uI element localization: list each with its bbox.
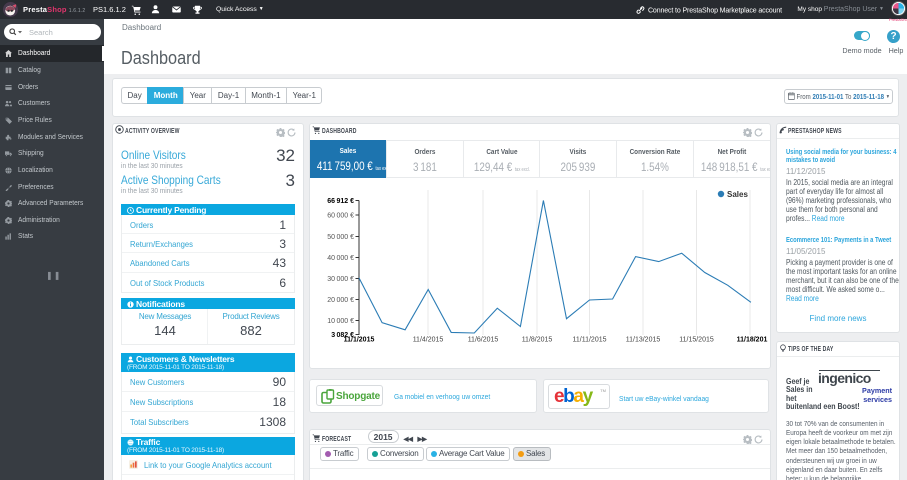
svg-text:11/15/2015: 11/15/2015 <box>679 337 714 344</box>
svg-text:11/18/201: 11/18/201 <box>737 337 768 344</box>
svg-text:20 000 €: 20 000 € <box>327 297 354 304</box>
svg-text:60 000 €: 60 000 € <box>327 213 354 220</box>
svg-text:10 000 €: 10 000 € <box>327 318 354 325</box>
svg-text:11/11/2015: 11/11/2015 <box>573 337 607 344</box>
svg-text:40 000 €: 40 000 € <box>327 255 354 262</box>
svg-text:50 000 €: 50 000 € <box>327 234 354 241</box>
svg-text:11/8/2015: 11/8/2015 <box>522 337 553 344</box>
svg-text:30 000 €: 30 000 € <box>327 276 354 283</box>
svg-text:Sales: Sales <box>727 190 748 199</box>
svg-text:11/6/2015: 11/6/2015 <box>468 337 499 344</box>
svg-text:11/4/2015: 11/4/2015 <box>413 337 444 344</box>
svg-text:11/13/2015: 11/13/2015 <box>626 337 661 344</box>
svg-text:66 912 €: 66 912 € <box>327 198 354 205</box>
svg-text:11/1/2015: 11/1/2015 <box>344 337 375 344</box>
